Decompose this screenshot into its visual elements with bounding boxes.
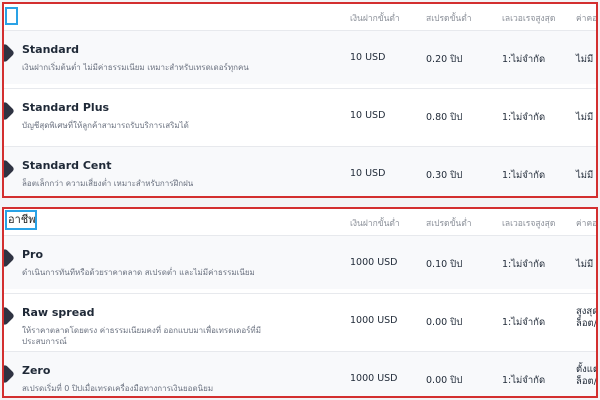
account-row-zero[interactable]: Zero สเปรดเริ่มที่ 0 ปิปเมื่อเทรดเครื่อง… — [4, 351, 598, 396]
min-deposit-value: 1000 USD — [350, 315, 398, 326]
section-title: อาชีพ — [8, 213, 36, 226]
table-header: เงินฝากขั้นต่ำ สเปรดขั้นต่ำ เลเวอเรจสูงส… — [4, 4, 596, 30]
account-row-standard-plus[interactable]: Standard Plus บัญชีสุดพิเศษที่ให้ลูกค้าส… — [4, 88, 596, 142]
account-name: Standard Plus — [22, 101, 110, 114]
min-spread-value: 0.10 ปิป — [426, 259, 463, 270]
account-name: Standard Cent — [22, 159, 112, 172]
col-header-max-leverage: เลเวอเรจสูงสุด — [502, 219, 556, 229]
max-leverage-value: 1:ไม่จำกัด — [502, 375, 546, 386]
col-header-min-spread: สเปรดขั้นต่ำ — [426, 14, 472, 24]
commission-value: สูงสุด ล็อต/ข — [576, 306, 598, 329]
commission-value: ไม่มี — [576, 54, 594, 65]
table-header: อาชีพ เงินฝากขั้นต่ำ สเปรดขั้นต่ำ เลเวอเ… — [4, 209, 596, 235]
min-spread-value: 0.00 ปิป — [426, 317, 463, 328]
account-icon — [4, 43, 15, 63]
account-icon — [4, 159, 15, 179]
account-name: Raw spread — [22, 306, 95, 319]
max-leverage-value: 1:ไม่จำกัด — [502, 317, 546, 328]
min-spread-value: 0.00 ปิป — [426, 375, 463, 386]
commission-value: ไม่มี — [576, 259, 594, 270]
account-row-standard-cent[interactable]: Standard Cent ล็อตเล็กกว่า ความเสี่ยงต่ำ… — [4, 146, 596, 196]
max-leverage-value: 1:ไม่จำกัด — [502, 259, 546, 270]
selection-marker: อาชีพ — [5, 210, 37, 230]
account-row-raw-spread[interactable]: Raw spread ให้ราคาตลาดโดยตรง ค่าธรรมเนีย… — [4, 293, 596, 347]
min-deposit-value: 1000 USD — [350, 373, 398, 384]
account-description: ล็อตเล็กกว่า ความเสี่ยงต่ำ เหมาะสำหรับกา… — [22, 179, 194, 188]
account-icon — [4, 364, 15, 384]
commission-value: ไม่มี — [576, 112, 594, 123]
max-leverage-value: 1:ไม่จำกัด — [502, 170, 546, 181]
min-spread-value: 0.30 ปิป — [426, 170, 463, 181]
account-description: บัญชีสุดพิเศษที่ให้ลูกค้าสามารถรับบริการ… — [22, 121, 189, 130]
col-header-min-spread: สเปรดขั้นต่ำ — [426, 219, 472, 229]
col-header-min-deposit: เงินฝากขั้นต่ำ — [350, 14, 400, 24]
account-description: ดำเนินการทันทีหรือด้วยราคาตลาด สเปรดต่ำ … — [22, 268, 255, 277]
col-header-commission: ค่าคอม — [576, 14, 598, 24]
account-row-pro[interactable]: Pro ดำเนินการทันทีหรือด้วยราคาตลาด สเปรด… — [4, 235, 596, 289]
account-name: Standard — [22, 43, 80, 56]
min-spread-value: 0.80 ปิป — [426, 112, 463, 123]
col-header-commission: ค่าคอม — [576, 219, 598, 229]
account-description: ให้ราคาตลาดโดยตรง ค่าธรรมเนียมคงที่ ออกแ… — [22, 326, 261, 346]
commission-value: ตั้งแต่ ล็อต/ข — [576, 364, 598, 387]
max-leverage-value: 1:ไม่จำกัด — [502, 112, 546, 123]
commission-value: ไม่มี — [576, 170, 594, 181]
account-description: เงินฝากเริ่มต้นต่ำ ไม่มีค่าธรรมเนียม เหม… — [22, 63, 249, 72]
col-header-min-deposit: เงินฝากขั้นต่ำ — [350, 219, 400, 229]
account-description: สเปรดเริ่มที่ 0 ปิปเมื่อเทรดเครื่องมือทา… — [22, 384, 214, 393]
min-deposit-value: 10 USD — [350, 52, 386, 63]
min-deposit-value: 10 USD — [350, 110, 386, 121]
standard-accounts-section: เงินฝากขั้นต่ำ สเปรดขั้นต่ำ เลเวอเรจสูงส… — [2, 2, 598, 198]
account-icon — [4, 101, 15, 121]
max-leverage-value: 1:ไม่จำกัด — [502, 54, 546, 65]
min-spread-value: 0.20 ปิป — [426, 54, 463, 65]
account-row-standard[interactable]: Standard เงินฝากเริ่มต้นต่ำ ไม่มีค่าธรรม… — [4, 30, 596, 84]
pro-accounts-section: อาชีพ เงินฝากขั้นต่ำ สเปรดขั้นต่ำ เลเวอเ… — [2, 207, 598, 398]
account-icon — [4, 306, 15, 326]
account-name: Zero — [22, 364, 51, 377]
min-deposit-value: 1000 USD — [350, 257, 398, 268]
account-name: Pro — [22, 248, 44, 261]
min-deposit-value: 10 USD — [350, 168, 386, 179]
col-header-max-leverage: เลเวอเรจสูงสุด — [502, 14, 556, 24]
selection-marker — [5, 7, 18, 25]
account-icon — [4, 248, 15, 268]
